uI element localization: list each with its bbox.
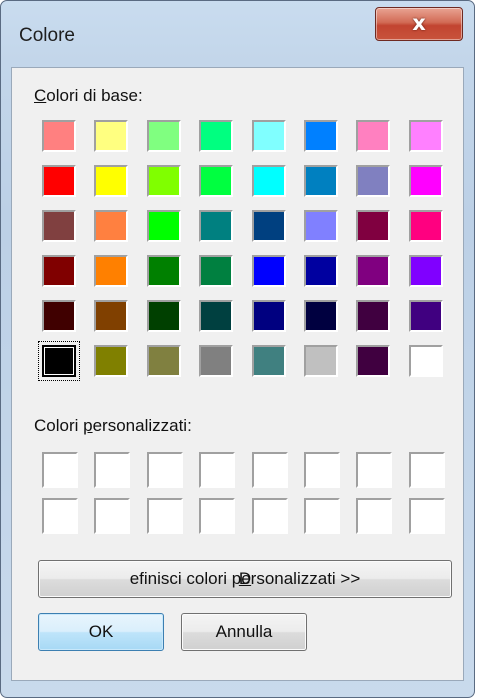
custom-color-swatch[interactable] xyxy=(356,452,393,488)
basic-color-swatch[interactable] xyxy=(146,345,181,377)
basic-color-swatch[interactable] xyxy=(408,120,443,152)
ok-button[interactable]: OK xyxy=(38,613,164,651)
basic-color-swatch[interactable] xyxy=(356,210,391,242)
basic-color-swatch[interactable] xyxy=(199,345,234,377)
basic-color-swatch[interactable] xyxy=(199,210,234,242)
define-custom-colors-button[interactable]: Definisci colori personalizzati >> xyxy=(38,560,452,598)
basic-color-swatch[interactable] xyxy=(38,341,80,381)
basic-color-swatch[interactable] xyxy=(304,120,338,152)
basic-color-swatch[interactable] xyxy=(94,120,129,152)
basic-color-swatch[interactable] xyxy=(408,300,443,332)
cancel-button[interactable]: Annulla xyxy=(181,613,307,651)
close-icon: x xyxy=(412,11,426,35)
basic-color-swatch[interactable] xyxy=(94,165,129,197)
basic-color-swatch[interactable] xyxy=(146,165,181,197)
basic-color-swatch[interactable] xyxy=(94,345,129,377)
basic-color-swatch[interactable] xyxy=(199,300,234,332)
basic-colors-label: Colori di base: xyxy=(34,86,143,105)
custom-color-swatch[interactable] xyxy=(251,452,288,488)
basic-color-swatch[interactable] xyxy=(42,210,76,242)
color-dialog-window: Colore x Colori di base: Colori personal… xyxy=(0,0,475,698)
basic-color-swatch[interactable] xyxy=(304,300,338,332)
close-button[interactable]: x xyxy=(375,7,463,41)
basic-color-swatch[interactable] xyxy=(146,255,181,287)
basic-color-swatch[interactable] xyxy=(251,210,286,242)
basic-color-swatch[interactable] xyxy=(146,120,181,152)
basic-color-swatch[interactable] xyxy=(356,345,391,377)
basic-color-swatch[interactable] xyxy=(304,255,338,287)
basic-color-swatch[interactable] xyxy=(356,120,391,152)
custom-color-swatch[interactable] xyxy=(304,498,340,534)
basic-color-swatch[interactable] xyxy=(199,120,234,152)
basic-color-swatch[interactable] xyxy=(251,255,286,287)
basic-color-swatch[interactable] xyxy=(304,345,338,377)
custom-color-swatch[interactable] xyxy=(199,452,236,488)
custom-color-swatch[interactable] xyxy=(146,498,183,534)
custom-color-swatch[interactable] xyxy=(42,452,78,488)
basic-color-swatch[interactable] xyxy=(146,300,181,332)
basic-color-swatch[interactable] xyxy=(94,210,129,242)
basic-color-swatch[interactable] xyxy=(304,165,338,197)
custom-color-swatch[interactable] xyxy=(94,498,131,534)
basic-color-swatch[interactable] xyxy=(251,300,286,332)
basic-color-swatch[interactable] xyxy=(408,210,443,242)
custom-color-swatch[interactable] xyxy=(94,452,131,488)
basic-color-swatch[interactable] xyxy=(304,210,338,242)
basic-color-swatch[interactable] xyxy=(356,255,391,287)
dialog-client-area: Colori di base: Colori personalizzati: D… xyxy=(11,67,464,681)
custom-color-swatch[interactable] xyxy=(408,452,445,488)
custom-color-swatch[interactable] xyxy=(408,498,445,534)
basic-color-swatch[interactable] xyxy=(94,300,129,332)
basic-color-swatch[interactable] xyxy=(408,255,443,287)
basic-color-swatch[interactable] xyxy=(94,255,129,287)
custom-color-swatch[interactable] xyxy=(251,498,288,534)
basic-color-swatch[interactable] xyxy=(146,210,181,242)
basic-color-swatch[interactable] xyxy=(42,120,76,152)
basic-color-swatch[interactable] xyxy=(356,300,391,332)
basic-color-swatch[interactable] xyxy=(251,165,286,197)
custom-colors-label: Colori personalizzati: xyxy=(34,416,192,435)
custom-color-swatch[interactable] xyxy=(146,452,183,488)
basic-color-swatch[interactable] xyxy=(42,255,76,287)
custom-color-swatch[interactable] xyxy=(42,498,78,534)
basic-color-swatch[interactable] xyxy=(42,300,76,332)
basic-color-swatch[interactable] xyxy=(408,345,443,377)
basic-color-swatch[interactable] xyxy=(356,165,391,197)
custom-color-swatch[interactable] xyxy=(356,498,393,534)
basic-color-swatch[interactable] xyxy=(251,120,286,152)
custom-color-swatch[interactable] xyxy=(304,452,340,488)
custom-color-swatch[interactable] xyxy=(199,498,236,534)
basic-color-swatch[interactable] xyxy=(408,165,443,197)
window-title: Colore xyxy=(19,25,75,46)
basic-color-swatch[interactable] xyxy=(199,255,234,287)
basic-color-swatch[interactable] xyxy=(199,165,234,197)
basic-color-swatch[interactable] xyxy=(251,345,286,377)
basic-color-swatch[interactable] xyxy=(42,165,76,197)
